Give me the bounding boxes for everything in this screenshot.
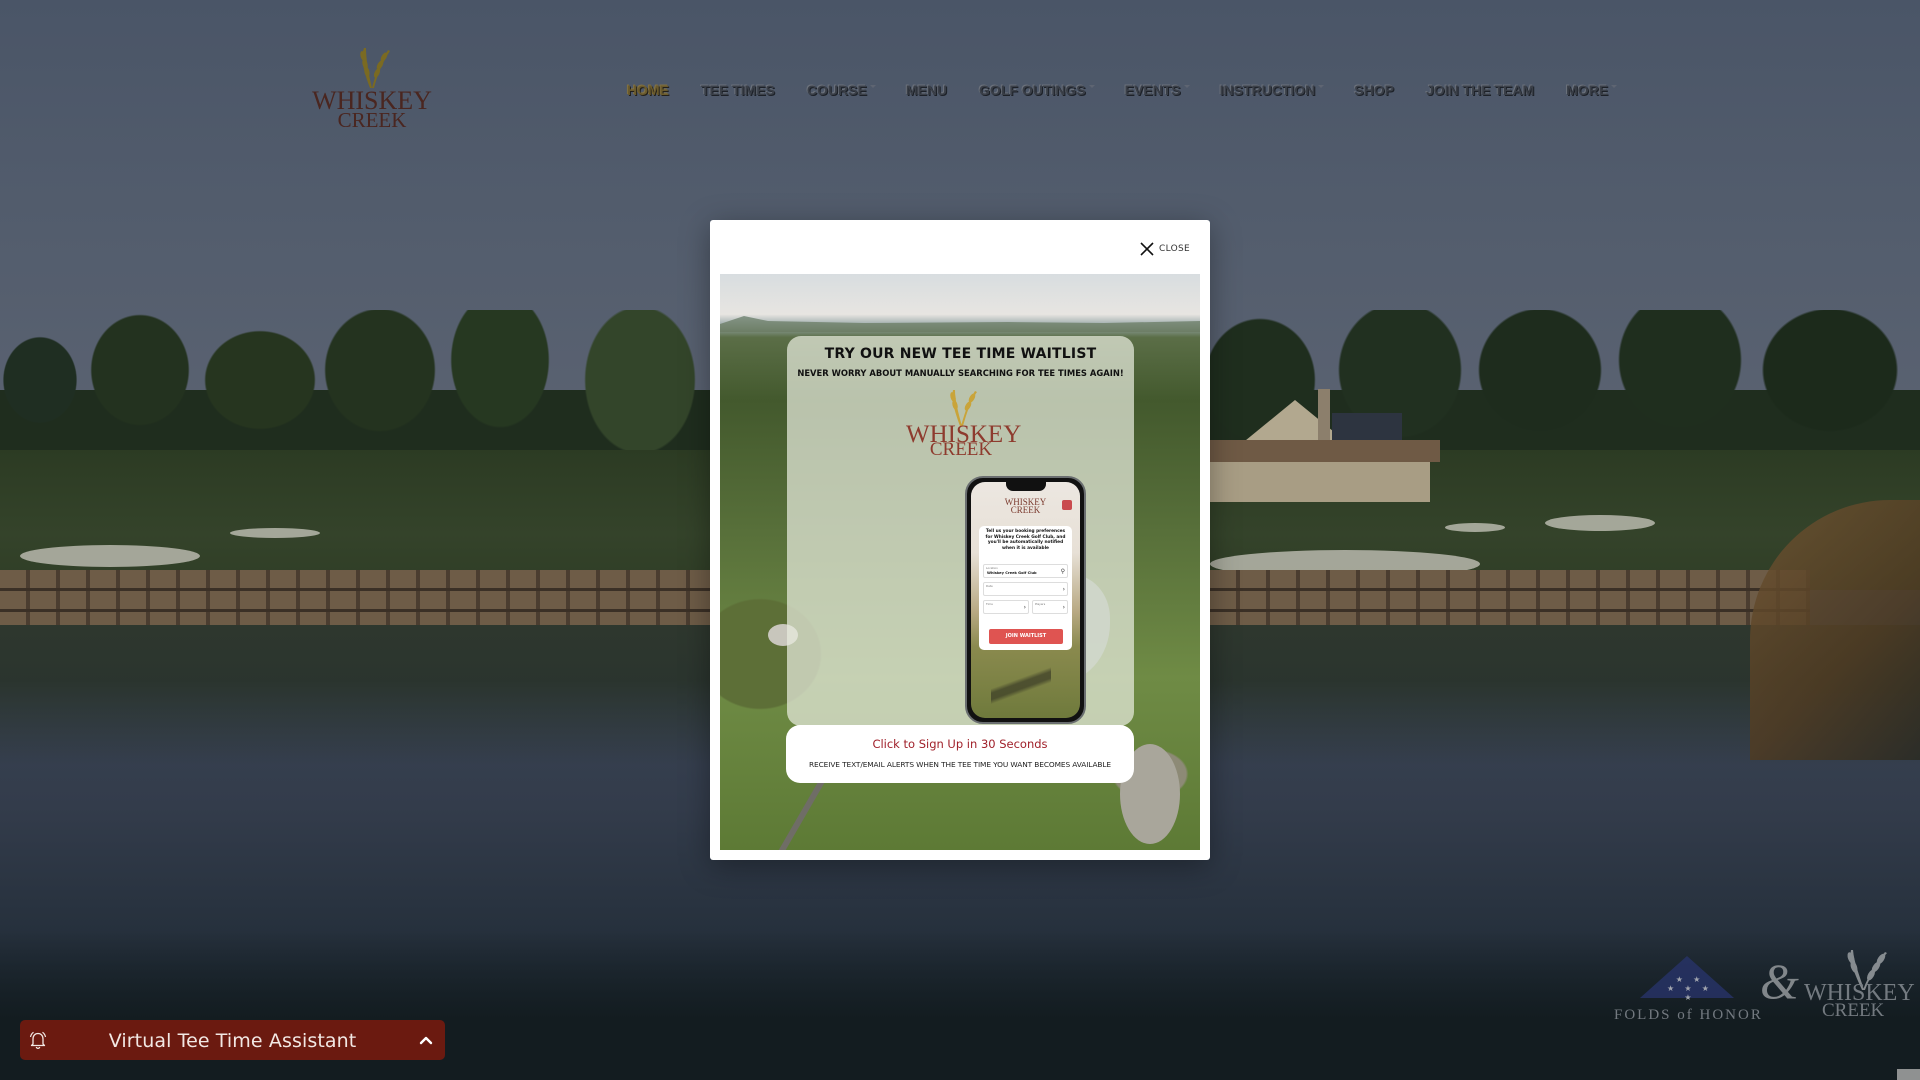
- close-label: CLOSE: [1159, 244, 1190, 254]
- phone-notch: [1006, 482, 1046, 491]
- promo-logo-line-2: CREEK: [929, 439, 993, 460]
- form-description: Tell us your booking preferences for Whi…: [985, 529, 1066, 551]
- phone-mockup: WHISKEY CREEK Tell us your booking prefe…: [965, 476, 1086, 724]
- join-waitlist-button: JOIN WAITLIST: [989, 629, 1063, 644]
- signup-cta[interactable]: Click to Sign Up in 30 Seconds RECEIVE T…: [786, 725, 1134, 783]
- field-label: Time: [986, 602, 993, 606]
- search-icon: ⚲: [1060, 568, 1065, 575]
- promo-logo: WHISKEY CREEK: [906, 388, 1021, 460]
- virtual-tee-time-assistant-bar[interactable]: Virtual Tee Time Assistant: [20, 1020, 445, 1060]
- signup-cta-title: Click to Sign Up in 30 Seconds: [872, 737, 1048, 751]
- field-label: Players: [1035, 602, 1046, 606]
- close-button[interactable]: CLOSE: [1140, 242, 1190, 256]
- promo-title: TRY OUR NEW TEE TIME WAITLIST: [824, 346, 1097, 362]
- signup-cta-subtitle: RECEIVE TEXT/EMAIL ALERTS WHEN THE TEE T…: [809, 760, 1111, 769]
- waitlist-promo-image[interactable]: TRY OUR NEW TEE TIME WAITLIST NEVER WORR…: [720, 274, 1200, 850]
- phone-logo: WHISKEY CREEK: [971, 498, 1080, 516]
- time-field: Time ›: [983, 600, 1029, 614]
- chevron-right-icon: ›: [1023, 604, 1026, 611]
- scrollbar-corner[interactable]: [1897, 1069, 1920, 1080]
- close-icon: [1140, 242, 1154, 256]
- chevron-up-icon[interactable]: [418, 1032, 434, 1048]
- players-field: Players ›: [1032, 600, 1068, 614]
- field-label: Location: [986, 566, 998, 570]
- golfer-shadow: [991, 652, 1051, 718]
- distant-hills: [720, 316, 1200, 332]
- chevron-right-icon: ›: [1062, 604, 1065, 611]
- location-field: Location Whiskey Creek Golf Club ⚲: [983, 564, 1068, 578]
- field-value: Whiskey Creek Golf Club: [987, 571, 1037, 575]
- promo-card: TRY OUR NEW TEE TIME WAITLIST NEVER WORR…: [787, 336, 1134, 726]
- chevron-right-icon: ›: [1062, 586, 1065, 593]
- phone-logo-line-2: CREEK: [1010, 505, 1041, 516]
- date-field: Date ›: [983, 582, 1068, 596]
- phone-screen: WHISKEY CREEK Tell us your booking prefe…: [971, 482, 1080, 718]
- waitlist-promo-modal: CLOSE TRY OUR NEW TEE TIME WAITLIST NEVE…: [710, 220, 1210, 860]
- promo-subtitle: NEVER WORRY ABOUT MANUALLY SEARCHING FOR…: [797, 368, 1124, 378]
- field-label: Date: [986, 584, 993, 588]
- assistant-label: Virtual Tee Time Assistant: [108, 1030, 357, 1052]
